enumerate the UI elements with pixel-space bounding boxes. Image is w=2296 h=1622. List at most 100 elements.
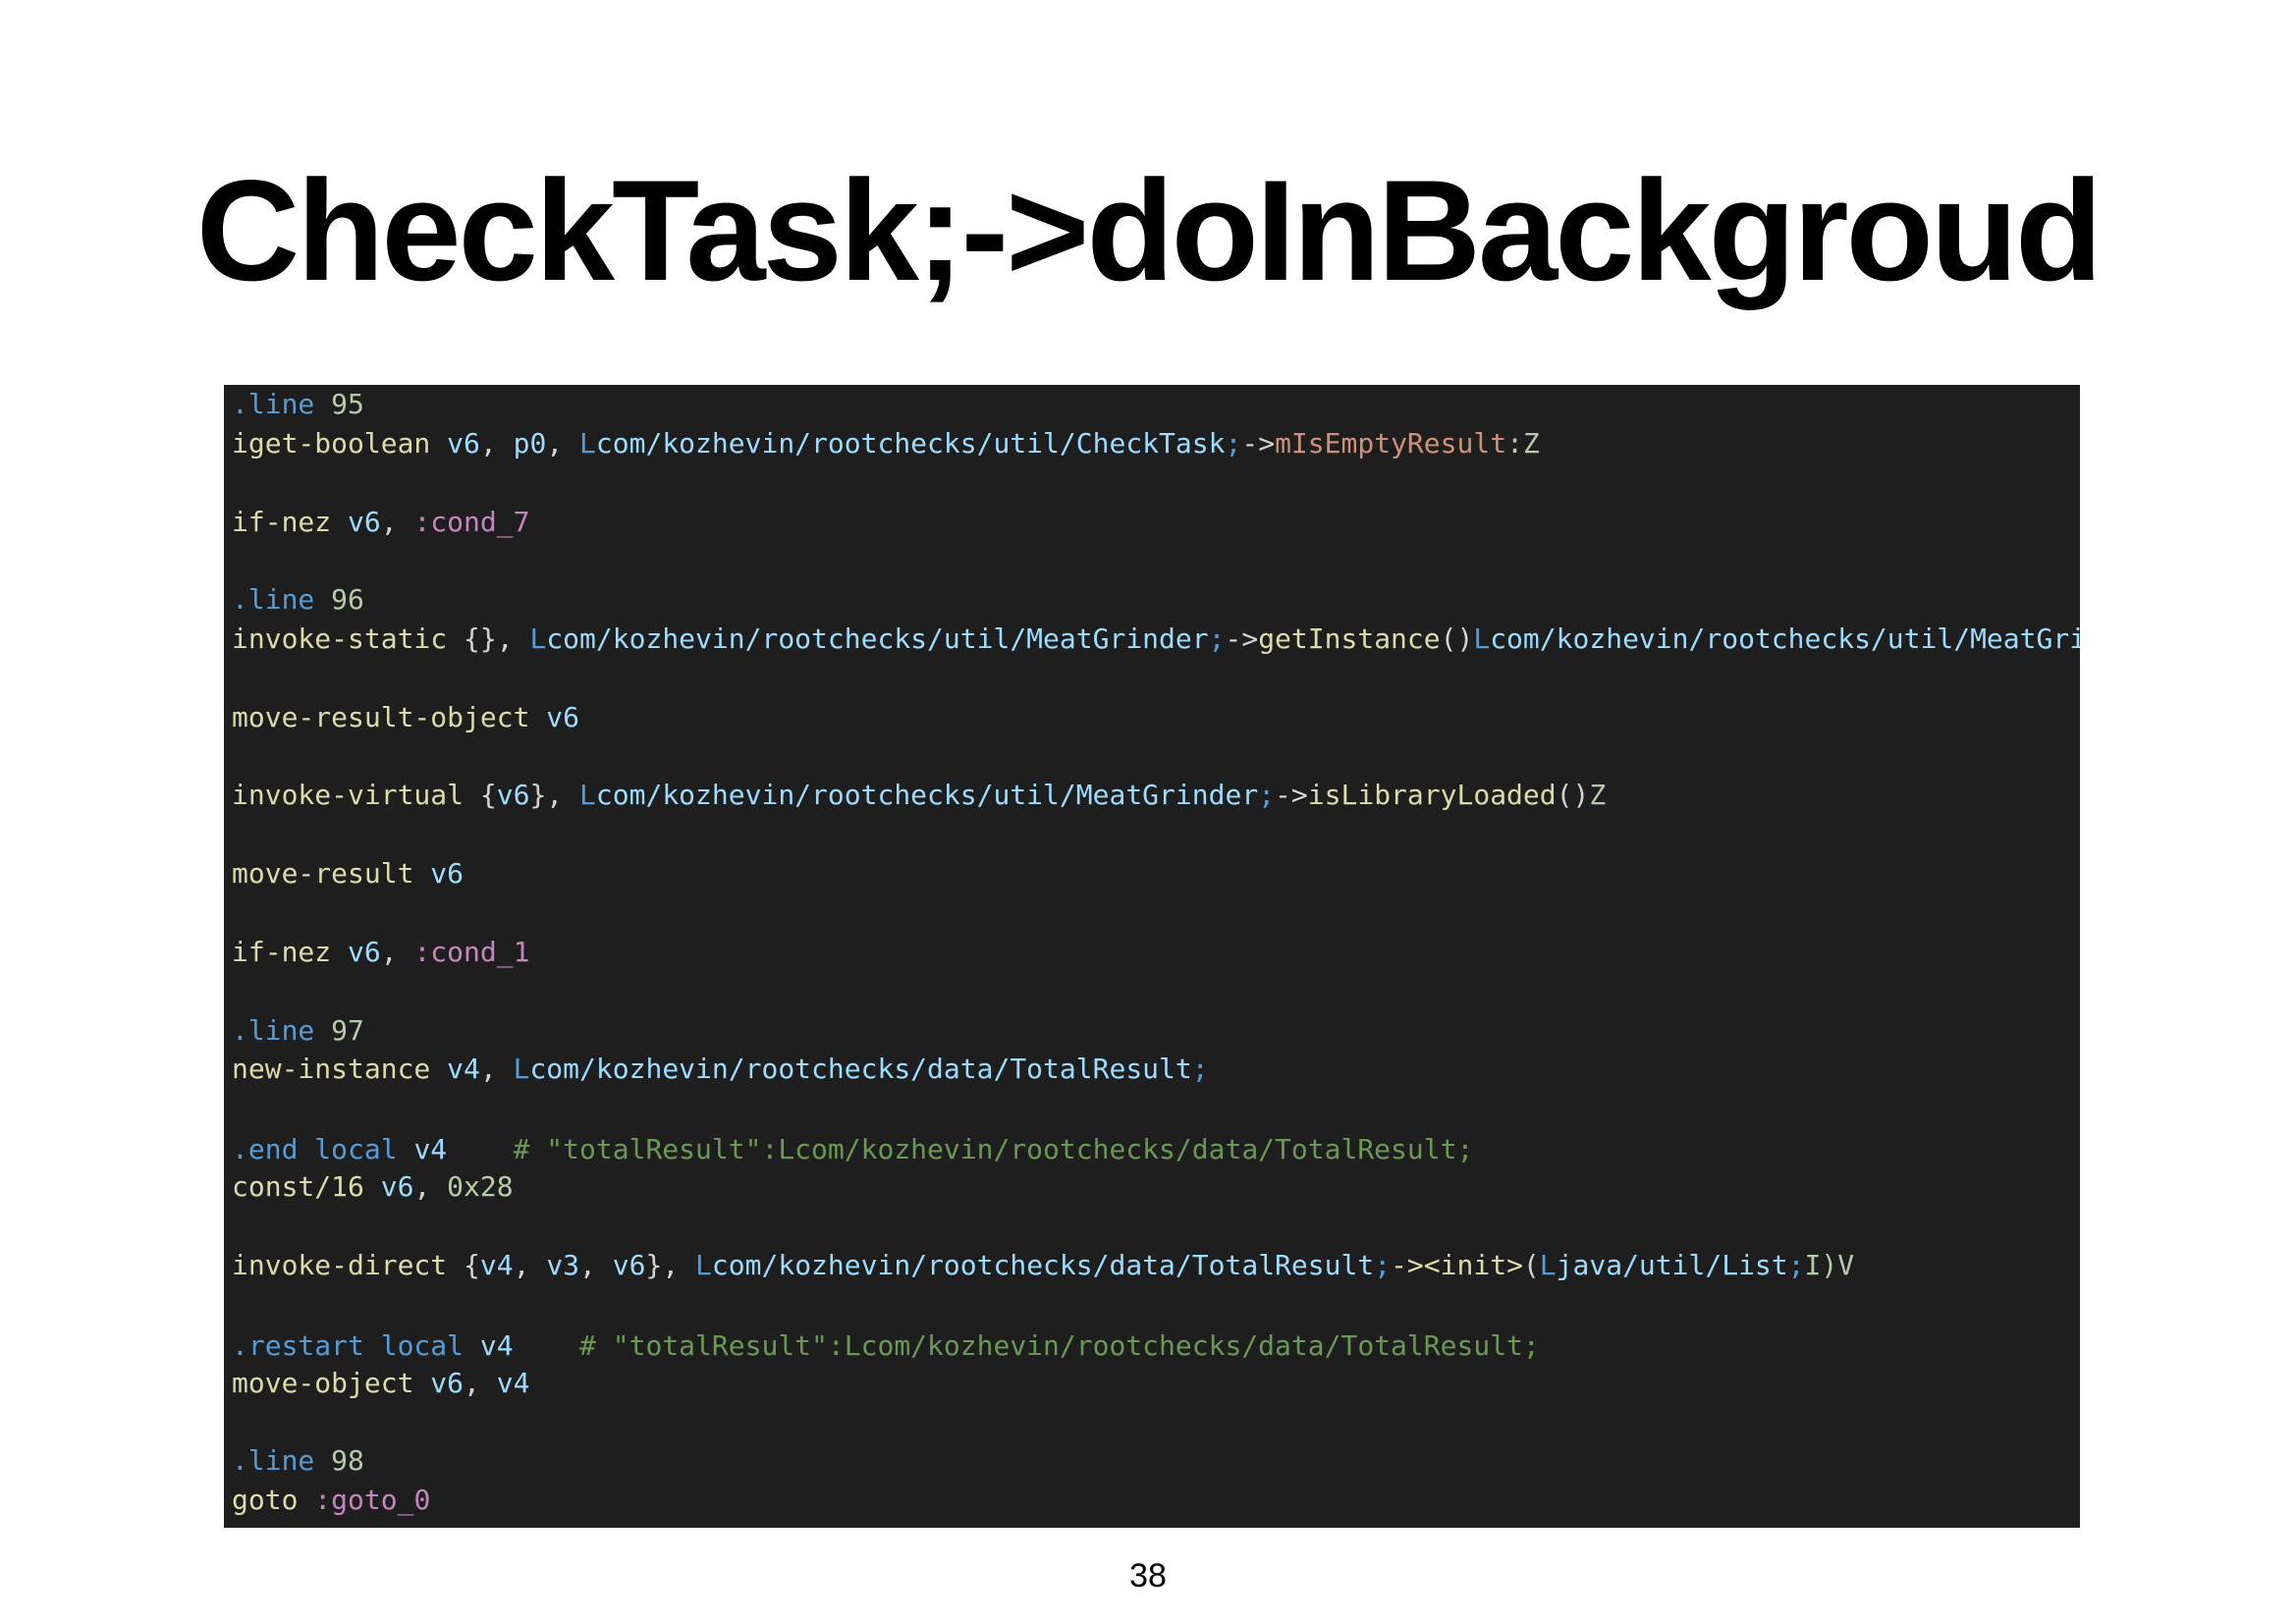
code-token: new-instance xyxy=(232,1053,431,1085)
code-token: v6 xyxy=(496,779,530,811)
code-line: move-result-object v6 xyxy=(232,700,579,735)
page-number: 38 xyxy=(1129,1557,1167,1595)
code-token: goto xyxy=(232,1484,299,1516)
code-token: invoke-direct xyxy=(232,1249,448,1281)
code-token: .line xyxy=(232,1444,315,1477)
slide-title: CheckTask;->doInBackgroud xyxy=(195,150,2103,310)
code-token: , xyxy=(513,1249,547,1281)
code-token: v6 xyxy=(348,506,381,538)
code-token: v6 xyxy=(348,936,381,968)
code-token: L xyxy=(1539,1249,1557,1281)
code-line: iget-boolean v6, p0, Lcom/kozhevin/rootc… xyxy=(232,426,1540,461)
code-token: Z xyxy=(1589,779,1607,811)
code-token: com/kozhevin/rootchecks/util/MeatGrinder xyxy=(595,779,1259,811)
code-token: com/kozhevin/rootchecks/data/TotalResult xyxy=(529,1053,1192,1085)
code-line: if-nez v6, :cond_7 xyxy=(232,505,529,540)
code-line: const/16 v6, 0x28 xyxy=(232,1169,514,1205)
code-token: v4 xyxy=(479,1249,514,1281)
code-line: .end local v4 # "totalResult":Lcom/kozhe… xyxy=(232,1132,1473,1167)
code-token: 97 xyxy=(331,1014,364,1047)
code-line: invoke-virtual {v6}, Lcom/kozhevin/rootc… xyxy=(232,778,1606,813)
code-token: , xyxy=(479,427,514,460)
code-token: :goto_0 xyxy=(314,1484,431,1516)
code-line: goto :goto_0 xyxy=(232,1483,430,1518)
code-token: p0 xyxy=(513,427,547,460)
code-line: .line 95 xyxy=(232,387,364,422)
code-token: () xyxy=(1440,622,1474,655)
code-token: v6 xyxy=(612,1249,646,1281)
code-token: v4 xyxy=(447,1053,480,1085)
code-line: if-nez v6, :cond_1 xyxy=(232,935,529,970)
code-token: java/util/List xyxy=(1556,1249,1788,1281)
code-token: move-object xyxy=(232,1367,414,1399)
code-token: ; xyxy=(1225,427,1242,460)
code-token: ; xyxy=(1258,779,1276,811)
code-token: I)V xyxy=(1804,1249,1855,1281)
code-line: new-instance v4, Lcom/kozhevin/rootcheck… xyxy=(232,1052,1209,1087)
code-token: L xyxy=(513,1053,530,1085)
code-token: v6 xyxy=(380,1170,414,1203)
code-token: com/kozhevin/rootchecks/util/CheckTask xyxy=(595,427,1226,460)
code-token: L xyxy=(579,779,596,811)
code-token: ; xyxy=(1208,622,1226,655)
code-token: -> xyxy=(1241,427,1276,460)
code-line: invoke-static {}, Lcom/kozhevin/rootchec… xyxy=(232,622,2080,657)
code-token: # "totalResult":Lcom/kozhevin/rootchecks… xyxy=(579,1329,1540,1362)
code-token: () xyxy=(1556,779,1590,811)
code-token: const/16 xyxy=(232,1170,364,1203)
code-token: , xyxy=(464,1367,497,1399)
code-token: }, xyxy=(645,1249,696,1281)
code-token: , xyxy=(413,1170,448,1203)
code-token: isLibraryLoaded xyxy=(1307,779,1557,811)
code-token: ; xyxy=(1191,1053,1209,1085)
code-line: .restart local v4 # "totalResult":Lcom/k… xyxy=(232,1328,1540,1364)
code-line: invoke-direct {v4, v3, v6}, Lcom/kozhevi… xyxy=(232,1248,1854,1283)
code-token: iget-boolean xyxy=(232,427,431,460)
code-token: , xyxy=(579,1249,613,1281)
code-token: com/kozhevin/rootchecks/util/MeatGrinder xyxy=(1490,622,2080,655)
code-line: move-object v6, v4 xyxy=(232,1366,529,1401)
code-token: .line xyxy=(232,388,315,420)
code-token: ; xyxy=(1374,1249,1392,1281)
code-token: .restart local xyxy=(232,1329,465,1362)
code-token: , xyxy=(380,506,414,538)
code-token: }, xyxy=(529,779,580,811)
code-token: ; xyxy=(1787,1249,1805,1281)
code-token: move-result xyxy=(232,857,414,890)
code-token: :cond_1 xyxy=(413,936,530,968)
code-token: v6 xyxy=(447,427,480,460)
code-token: getInstance xyxy=(1258,622,1441,655)
code-token: 0x28 xyxy=(447,1170,514,1203)
code-token: invoke-virtual xyxy=(232,779,465,811)
code-token: 96 xyxy=(331,583,364,616)
code-token: # "totalResult":Lcom/kozhevin/rootchecks… xyxy=(513,1133,1474,1165)
code-token: com/kozhevin/rootchecks/util/MeatGrinder xyxy=(546,622,1209,655)
code-token: com/kozhevin/rootchecks/data/TotalResult xyxy=(711,1249,1375,1281)
code-token: v6 xyxy=(546,701,580,733)
code-panel: .line 95 iget-boolean v6, p0, Lcom/kozhe… xyxy=(224,385,2080,1528)
code-line: .line 96 xyxy=(232,582,364,618)
code-token: -><init> xyxy=(1391,1249,1523,1281)
code-token: .end local xyxy=(232,1133,398,1165)
code-token: v3 xyxy=(546,1249,580,1281)
code-token: :cond_7 xyxy=(413,506,530,538)
code-token: , xyxy=(479,1053,514,1085)
code-token: .line xyxy=(232,583,315,616)
code-token: ( xyxy=(1522,1249,1540,1281)
code-token: move-result-object xyxy=(232,701,530,733)
code-token: { xyxy=(464,779,497,811)
code-token: if-nez xyxy=(232,506,332,538)
code-line: .line 98 xyxy=(232,1443,364,1479)
